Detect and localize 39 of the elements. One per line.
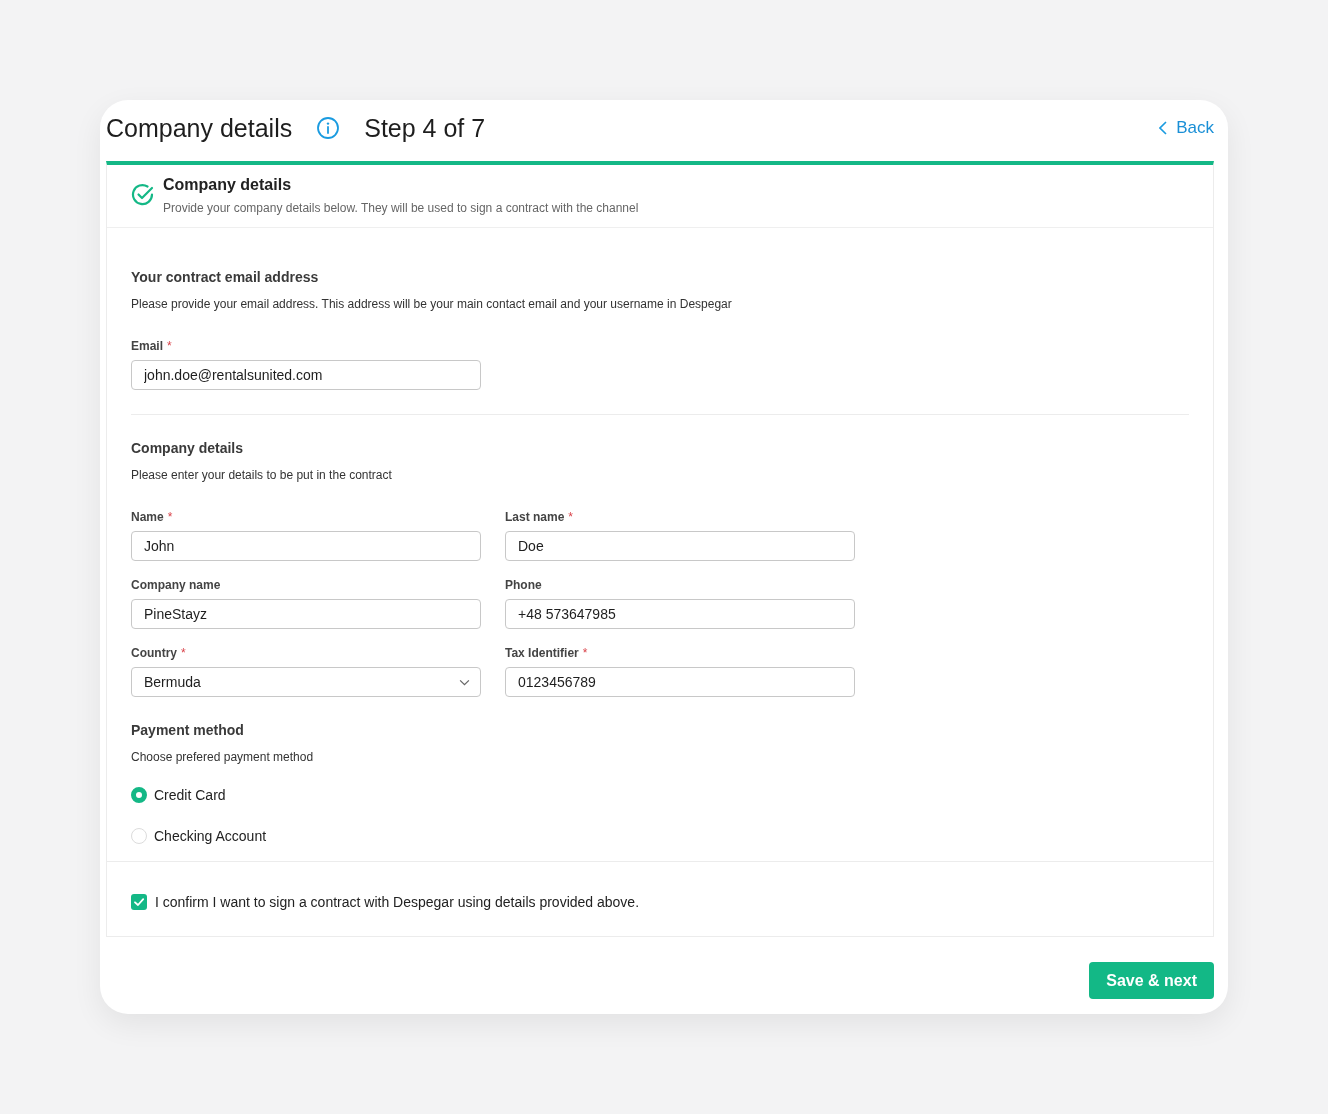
info-icon[interactable]: [317, 116, 340, 139]
required-asterisk: *: [568, 509, 574, 526]
page-title: Company details: [106, 112, 293, 143]
input-field[interactable]: John: [131, 531, 481, 562]
back-link[interactable]: Back: [1159, 117, 1214, 138]
required-asterisk: *: [181, 645, 186, 662]
input-field[interactable]: 0123456789: [505, 667, 855, 698]
field-label: Phone: [505, 577, 542, 594]
checkbox[interactable]: [131, 894, 147, 911]
checkbox-label[interactable]: I confirm I want to sign a contract with Despegar using details provided above.: [155, 893, 640, 912]
section-title: Your contract email address: [131, 268, 319, 287]
required-asterisk: *: [167, 338, 172, 355]
field-label: Tax Identifier: [505, 645, 579, 662]
input-field[interactable]: john.doe@rentalsunited.com: [131, 360, 481, 391]
input-field[interactable]: +48 573647985: [505, 599, 855, 630]
required-asterisk: *: [582, 645, 588, 662]
dropdown-select[interactable]: Bermuda: [131, 667, 481, 698]
input-field[interactable]: PineStayz: [131, 599, 481, 630]
field-label: Country: [131, 645, 177, 662]
radio-label[interactable]: Checking Account: [154, 827, 267, 846]
field-label: Name: [131, 509, 164, 526]
radio-button[interactable]: [131, 787, 147, 804]
step-counter: Step 4 of 7: [364, 112, 486, 143]
section-title: Company details: [131, 439, 244, 458]
section-description: Please provide your email address. This address will be your main contact email and your username in Despegar: [131, 296, 732, 313]
chevron-left-icon: [1159, 120, 1168, 135]
required-asterisk: *: [167, 509, 173, 526]
section-description: Please enter your details to be put in the contract: [131, 467, 392, 484]
check-circle-icon: [131, 183, 155, 208]
field-label: Company name: [131, 577, 221, 594]
field-label: Last name: [505, 509, 565, 526]
panel-title: Company details: [163, 175, 292, 196]
radio-label[interactable]: Credit Card: [154, 786, 226, 805]
panel-subtitle: Provide your company details below. They will be used to sign a contract with the channel: [163, 201, 639, 216]
input-field[interactable]: Doe: [505, 531, 855, 562]
section-title: Payment method: [131, 721, 244, 740]
chevron-down-icon: [459, 678, 470, 686]
field-label: Email: [131, 338, 163, 355]
section-description: Choose prefered payment method: [131, 749, 314, 766]
